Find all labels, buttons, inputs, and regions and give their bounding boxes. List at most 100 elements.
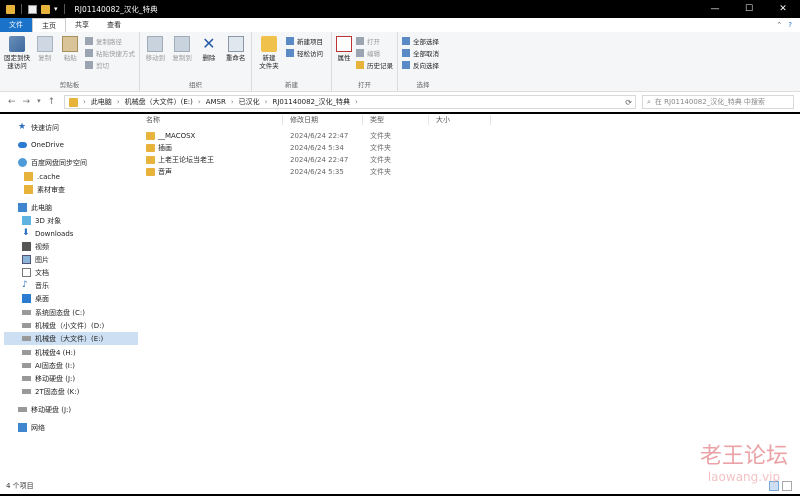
table-row[interactable]: 插画 2024/6/24 5:34 文件夹 [138, 142, 800, 154]
sidebar-item-label: OneDrive [31, 140, 64, 149]
open-button[interactable]: 打开 [356, 36, 393, 46]
sidebar-item-desktop[interactable]: 桌面 [22, 292, 156, 305]
sidebar-item-downloads[interactable]: ⬇ Downloads [22, 227, 156, 240]
sidebar-item-drive-i[interactable]: AI固态盘 (I:) [22, 359, 156, 372]
file-type: 文件夹 [370, 168, 391, 176]
sidebar-item-drive-e[interactable]: 机械盘（大文件）(E:) [4, 332, 138, 345]
move-to-button[interactable]: 移动到 [144, 34, 167, 80]
sidebar-item-music[interactable]: ♪ 音乐 [22, 279, 156, 292]
chevron-right-icon[interactable]: › [198, 98, 201, 106]
column-header-name[interactable]: 名称 [146, 114, 160, 126]
sidebar-item-label: 文档 [35, 268, 49, 277]
sidebar-item-baidu-sync[interactable]: 百度网盘同步空间 [18, 156, 152, 169]
chevron-right-icon[interactable]: › [231, 98, 234, 106]
table-row[interactable]: __MACOSX 2024/6/24 22:47 文件夹 [138, 130, 800, 142]
item-count: 4 个项目 [6, 482, 34, 490]
minimize-button[interactable]: — [698, 0, 732, 18]
sidebar-item-drive-j[interactable]: 移动硬盘 (J:) [22, 372, 156, 385]
video-icon [22, 242, 31, 251]
sidebar-item-pictures[interactable]: 图片 [22, 253, 156, 266]
column-divider[interactable] [490, 115, 491, 125]
title-bar: ▾ RJ01140082_汉化_特典 — ☐ ✕ [0, 0, 800, 18]
table-row[interactable]: 上老王论坛当老王 2024/6/24 22:47 文件夹 [138, 154, 800, 166]
address-path[interactable]: › 此电脑 › 机械盘（大文件）(E:) › AMSR › 已汉化 › RJ01… [64, 95, 636, 109]
history-button[interactable]: 历史记录 [356, 60, 393, 70]
copy-button[interactable]: 复制 [34, 34, 56, 80]
up-arrow-icon[interactable]: ↑ [48, 97, 56, 107]
table-row[interactable]: 音声 2024/6/24 5:35 文件夹 [138, 166, 800, 178]
drive-icon [22, 350, 31, 355]
sidebar-item-network[interactable]: 网络 [18, 421, 152, 434]
tab-share[interactable]: 共享 [66, 18, 98, 32]
sidebar-item-drive-c[interactable]: 系统固态盘 (C:) [22, 306, 156, 319]
forward-arrow-icon[interactable]: → [23, 97, 31, 107]
chevron-down-icon[interactable]: ▾ [37, 97, 41, 107]
move-to-icon [147, 36, 164, 52]
column-divider[interactable] [362, 115, 363, 125]
maximize-button[interactable]: ☐ [732, 0, 766, 18]
invert-selection-button[interactable]: 反向选择 [402, 60, 439, 70]
chevron-right-icon[interactable]: › [355, 98, 358, 106]
copy-to-button[interactable]: 复制到 [171, 34, 194, 80]
breadcrumb-drive-e[interactable]: 机械盘（大文件）(E:) [125, 97, 193, 107]
select-none-button[interactable]: 全部取消 [402, 48, 439, 58]
sidebar-item-this-pc[interactable]: 此电脑 [18, 201, 152, 214]
column-divider[interactable] [428, 115, 429, 125]
file-name: __MACOSX [158, 132, 196, 140]
tab-view[interactable]: 查看 [98, 18, 130, 32]
paste-shortcut-button[interactable]: 粘贴快捷方式 [85, 48, 135, 58]
sidebar-item-label: 此电脑 [31, 203, 52, 212]
properties-button[interactable]: 属性 [336, 34, 352, 80]
new-item-button[interactable]: 新建项目 [286, 36, 323, 46]
chevron-right-icon[interactable]: › [117, 98, 120, 106]
delete-button[interactable]: ✕ 删除 [198, 34, 221, 80]
easy-access-button[interactable]: 轻松访问 [286, 48, 323, 58]
breadcrumb-translated[interactable]: 已汉化 [239, 97, 260, 107]
rename-button[interactable]: 重命名 [224, 34, 247, 80]
column-divider[interactable] [282, 115, 283, 125]
sidebar-item-3d-objects[interactable]: 3D 对象 [22, 214, 156, 227]
help-icon[interactable]: ? [788, 21, 792, 29]
properties-label: 属性 [337, 54, 351, 62]
column-header-type[interactable]: 类型 [370, 114, 384, 126]
sidebar-item-onedrive[interactable]: OneDrive [18, 138, 152, 151]
watermark-text: 老王论坛 [699, 444, 788, 469]
breadcrumb-current[interactable]: RJ01140082_汉化_特典 [272, 97, 350, 107]
select-all-button[interactable]: 全部选择 [402, 36, 439, 46]
tab-home[interactable]: 主页 [32, 18, 66, 32]
divider [21, 4, 22, 14]
properties-icon[interactable] [28, 4, 37, 14]
paste-button[interactable]: 粘贴 [60, 34, 82, 80]
close-button[interactable]: ✕ [766, 0, 800, 18]
back-arrow-icon[interactable]: ← [8, 97, 16, 107]
refresh-icon[interactable]: ⟳ [625, 98, 632, 107]
copy-path-button[interactable]: 复制路径 [85, 36, 135, 46]
sidebar-item-quick-access[interactable]: ★ 快速访问 [18, 121, 152, 134]
sidebar-item-drive-k[interactable]: 2T固态盘 (K:) [22, 385, 156, 398]
breadcrumb-amsr[interactable]: AMSR [206, 98, 226, 106]
chevron-up-icon[interactable]: ⌃ [776, 21, 782, 29]
rename-label: 重命名 [225, 54, 246, 62]
chevron-right-icon[interactable]: › [83, 98, 86, 106]
sidebar-item-documents[interactable]: 文档 [22, 266, 156, 279]
tab-file[interactable]: 文件 [0, 18, 32, 32]
watermark-url: laowang.vip [707, 470, 781, 484]
search-box[interactable]: ⌕ 在 RJ01140082_汉化_特典 中搜索 [642, 95, 794, 109]
breadcrumb-this-pc[interactable]: 此电脑 [91, 97, 112, 107]
chevron-down-icon[interactable]: ▾ [54, 5, 58, 13]
folder-icon [146, 168, 155, 176]
new-group: 新建 文件夹 新建项目 轻松访问 新建 [252, 32, 332, 91]
new-folder-icon[interactable] [41, 4, 50, 14]
cut-button[interactable]: 剪切 [85, 60, 135, 70]
sidebar-item-drive-h[interactable]: 机械盘4 (H:) [22, 346, 156, 359]
sidebar-item-drive-d[interactable]: 机械盘（小文件）(D:) [22, 319, 156, 332]
sidebar-item-removable-j[interactable]: 移动硬盘 (J:) [18, 403, 152, 416]
sidebar-item-videos[interactable]: 视频 [22, 240, 156, 253]
edit-button[interactable]: 编辑 [356, 48, 393, 58]
new-folder-button[interactable]: 新建 文件夹 [256, 34, 282, 80]
pin-quick-access-button[interactable]: 固定到快 速访问 [4, 34, 30, 80]
column-header-size[interactable]: 大小 [436, 114, 450, 126]
open-label: 打开 [367, 38, 380, 46]
column-header-date[interactable]: 修改日期 [290, 114, 318, 126]
chevron-right-icon[interactable]: › [265, 98, 268, 106]
